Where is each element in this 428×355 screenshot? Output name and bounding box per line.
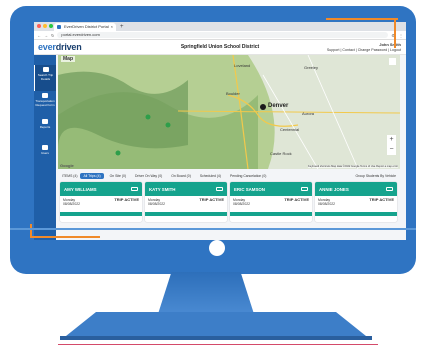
accent-line: [394, 18, 396, 48]
favicon-icon: [57, 25, 61, 29]
sidebar-item-users[interactable]: Users: [34, 143, 56, 169]
map-marker-icon[interactable]: [145, 114, 151, 120]
sidebar-item-request-form[interactable]: Transportation Request Form: [34, 91, 56, 117]
sidebar-item-label: Search Trip Details: [37, 73, 54, 81]
app-header: everdriven Springfield Union School Dist…: [34, 40, 406, 55]
zoom-control[interactable]: + −: [387, 135, 396, 155]
new-tab-button[interactable]: +: [120, 23, 124, 31]
student-name: ERIC SAMSON: [234, 186, 265, 192]
trip-card[interactable]: KATY SMITH Monday 08/08/2022 TRIP ACTIVE: [145, 182, 227, 222]
trip-date: 08/08/2022: [318, 202, 335, 206]
filter-chip-on-board[interactable]: On Board (0): [168, 173, 194, 179]
trip-date: 08/08/2022: [233, 202, 250, 206]
monitor-base: [66, 312, 366, 336]
map-marker-icon[interactable]: [260, 104, 266, 110]
address-bar: ← → ↻ portal.everdriven.com ⚙⋮: [34, 31, 406, 40]
accent-line: [326, 18, 398, 20]
window-controls[interactable]: [37, 24, 53, 28]
monitor-screen: EverDriven District Portal × + ← → ↻ por…: [34, 22, 406, 240]
map-attribution[interactable]: Keyboard shortcuts Map data ©2022 Google…: [308, 165, 398, 168]
map-place-label: Denver: [268, 103, 289, 109]
app-body: Search Trip Details Transportation Reque…: [34, 55, 406, 240]
monitor-neck: [158, 272, 254, 314]
sidebar: Search Trip Details Transportation Reque…: [34, 55, 56, 240]
id-card-icon: [216, 187, 223, 191]
map-place-label: Loveland: [234, 63, 250, 68]
filter-chip-driver-on-way[interactable]: Driver On Way (0): [132, 173, 165, 179]
trip-status: TRIP ACTIVE: [114, 197, 139, 202]
map-place-label: Greeley: [304, 65, 318, 70]
zoom-in-button[interactable]: +: [387, 135, 396, 145]
map-place-label: Centennial: [280, 127, 299, 132]
car-icon: [42, 67, 49, 72]
trip-card[interactable]: ERIC SAMSON Monday 08/08/2022 TRIP ACTIVE: [230, 182, 312, 222]
floor-line: [58, 344, 378, 345]
monitor-base-edge: [60, 336, 372, 340]
id-card-icon: [386, 187, 393, 191]
filter-chip-pending[interactable]: Pending Cancelation (0): [227, 173, 269, 179]
user-name: John Smith: [379, 42, 401, 47]
google-logo: Google: [60, 163, 74, 168]
trip-status: TRIP ACTIVE: [284, 197, 309, 202]
fullscreen-icon[interactable]: [389, 58, 396, 65]
monitor-frame: EverDriven District Portal × + ← → ↻ por…: [10, 6, 416, 274]
user-links[interactable]: Support | Contact | Change Password | Lo…: [327, 48, 401, 52]
monitor-illustration: EverDriven District Portal × + ← → ↻ por…: [0, 0, 428, 355]
student-name: AMY WILLIAMS: [64, 186, 97, 192]
trip-status: TRIP ACTIVE: [199, 197, 224, 202]
student-name: KATY SMITH: [149, 186, 176, 192]
map-marker-icon[interactable]: [115, 150, 121, 156]
trip-map[interactable]: Loveland Greeley Boulder Denver Aurora C…: [58, 55, 400, 169]
user-menu: John Smith Support | Contact | Change Pa…: [327, 42, 401, 53]
power-button-icon: [209, 240, 225, 256]
items-count: ITEMS (4): [62, 173, 78, 178]
filter-chip-on-site[interactable]: On Site (0): [107, 173, 129, 179]
tab-title: EverDriven District Portal: [64, 24, 109, 29]
reload-icon[interactable]: ↻: [51, 33, 54, 38]
map-canvas: Loveland Greeley Boulder Denver Aurora C…: [58, 55, 400, 169]
browser-tabbar: EverDriven District Portal × +: [34, 22, 406, 31]
list-icon: [42, 93, 48, 98]
browser-tab[interactable]: EverDriven District Portal ×: [54, 23, 116, 31]
sidebar-item-label: Users: [41, 151, 49, 155]
main-content: Loveland Greeley Boulder Denver Aurora C…: [56, 55, 406, 240]
bezel-divider: [10, 228, 416, 230]
id-card-icon: [301, 187, 308, 191]
zoom-out-button[interactable]: −: [387, 145, 396, 155]
map-title: Map: [61, 56, 75, 62]
trip-date: 08/08/2022: [148, 202, 165, 206]
sidebar-item-search-trip[interactable]: Search Trip Details: [34, 65, 56, 91]
tab-close-icon[interactable]: ×: [111, 23, 113, 31]
trip-cards: AMY WILLIAMS Monday 08/08/2022 TRIP ACTIVE…: [60, 182, 400, 222]
url-input[interactable]: portal.everdriven.com: [57, 32, 389, 38]
report-icon: [42, 119, 48, 124]
trip-status: TRIP ACTIVE: [369, 197, 394, 202]
trip-card[interactable]: ANNIE JONES Monday 08/08/2022 TRIP ACTIVE: [315, 182, 397, 222]
trip-date: 08/08/2022: [63, 202, 80, 206]
map-place-label: Castle Rock: [270, 151, 292, 156]
back-icon[interactable]: ←: [37, 33, 41, 38]
filter-chip-all[interactable]: All Trips (4): [80, 172, 104, 179]
menu-icon[interactable]: ⋮: [399, 33, 403, 38]
users-icon: [42, 145, 48, 150]
browser-window: EverDriven District Portal × + ← → ↻ por…: [34, 22, 406, 240]
map-place-label: Aurora: [302, 111, 315, 116]
sidebar-item-label: Reports: [39, 125, 51, 129]
filter-chip-scheduled[interactable]: Scheduled (4): [197, 173, 224, 179]
student-name: ANNIE JONES: [319, 186, 349, 192]
trip-filters: ITEMS (4) All Trips (4) On Site (0) Driv…: [58, 171, 400, 180]
group-by-select[interactable]: Group Students By Vehicle: [355, 174, 396, 178]
map-marker-icon[interactable]: [165, 122, 171, 128]
trip-card[interactable]: AMY WILLIAMS Monday 08/08/2022 TRIP ACTIVE: [60, 182, 142, 222]
accent-line: [30, 236, 100, 238]
sidebar-item-label: Transportation Request Form: [35, 99, 55, 107]
id-card-icon: [131, 187, 138, 191]
map-place-label: Boulder: [226, 91, 240, 96]
forward-icon[interactable]: →: [44, 33, 48, 38]
sidebar-item-reports[interactable]: Reports: [34, 117, 56, 143]
